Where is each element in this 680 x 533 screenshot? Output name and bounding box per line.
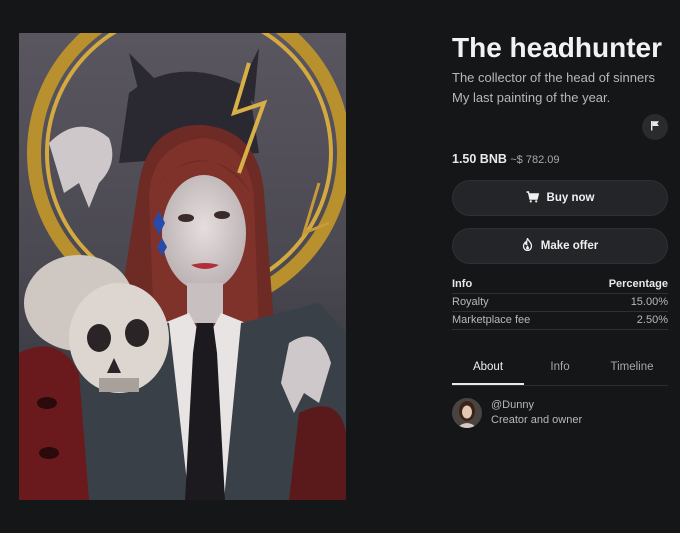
report-button[interactable] (642, 114, 668, 140)
marketplace-fee-label: Marketplace fee (452, 314, 531, 326)
price-fiat: ~$ 782.09 (510, 154, 560, 166)
artwork-image[interactable] (19, 33, 346, 500)
creator-handle[interactable]: @Dunny (491, 398, 582, 413)
flag-icon (650, 118, 660, 136)
tab-about[interactable]: About (452, 354, 524, 385)
description-line-1: The collector of the head of sinners (452, 70, 656, 85)
make-offer-button[interactable]: Make offer (452, 228, 668, 264)
avatar[interactable] (452, 398, 482, 428)
fee-table-header-percentage: Percentage (608, 278, 668, 290)
fee-info-table: Info Percentage Royalty 15.00% Marketpla… (452, 276, 668, 330)
table-row: Royalty 15.00% (452, 294, 668, 312)
tab-timeline[interactable]: Timeline (596, 354, 668, 385)
creator-info: @Dunny Creator and owner (491, 398, 582, 428)
fee-table-header: Info Percentage (452, 276, 668, 294)
nft-title: The headhunter (452, 32, 663, 63)
table-row: Marketplace fee 2.50% (452, 312, 668, 330)
royalty-value: 15.00% (630, 296, 668, 308)
make-offer-label: Make offer (540, 240, 599, 252)
artwork-painting (19, 33, 346, 500)
price-display: 1.50 BNB ~$ 782.09 (452, 152, 559, 166)
royalty-label: Royalty (452, 296, 489, 308)
detail-tabs: About Info Timeline (452, 354, 668, 386)
nft-description: The collector of the head of sinners My … (452, 68, 668, 108)
nft-detail-page: The headhunter The collector of the head… (0, 0, 680, 533)
fire-icon (522, 236, 533, 254)
tab-info[interactable]: Info (524, 354, 596, 385)
creator-card[interactable]: @Dunny Creator and owner (452, 398, 582, 428)
creator-role: Creator and owner (491, 414, 583, 426)
nft-info-panel: The headhunter The collector of the head… (452, 32, 668, 428)
buy-now-button[interactable]: Buy now (452, 180, 668, 216)
price-amount: 1.50 BNB (452, 152, 507, 166)
buy-now-label: Buy now (546, 192, 595, 204)
cart-icon (526, 190, 539, 206)
fee-table-header-info: Info (452, 278, 473, 290)
description-line-2: My last painting of the year. (452, 90, 611, 105)
marketplace-fee-value: 2.50% (636, 314, 668, 326)
